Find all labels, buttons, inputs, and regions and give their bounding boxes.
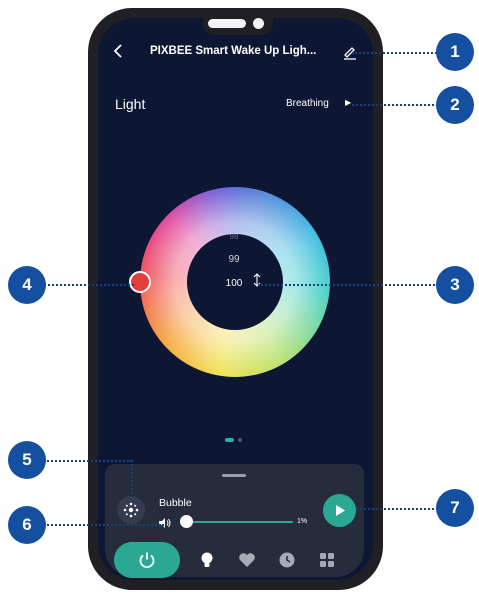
effect-name: Bubble bbox=[159, 497, 192, 509]
callout-badge-2: 2 bbox=[436, 86, 474, 124]
heart-icon[interactable] bbox=[238, 551, 256, 569]
callout-badge-6: 6 bbox=[8, 506, 46, 544]
light-label: Light bbox=[115, 96, 146, 112]
chevron-left-icon[interactable] bbox=[113, 43, 127, 61]
grid-icon[interactable] bbox=[318, 551, 336, 569]
callout-line-2 bbox=[352, 104, 438, 106]
volume-percent: 1% bbox=[297, 518, 308, 525]
scroll-cursor-icon bbox=[253, 273, 261, 290]
panel-grabber[interactable] bbox=[222, 474, 246, 477]
callout-line-7 bbox=[356, 508, 438, 510]
callout-badge-3: 3 bbox=[436, 266, 474, 304]
power-icon bbox=[139, 552, 155, 569]
color-picker-handle[interactable] bbox=[129, 271, 151, 293]
callout-line-3 bbox=[258, 284, 438, 286]
callout-line-4 bbox=[44, 284, 134, 286]
callout-line-6 bbox=[44, 524, 164, 526]
callout-badge-1: 1 bbox=[436, 33, 474, 71]
bulb-icon[interactable] bbox=[198, 551, 216, 569]
phone-camera bbox=[253, 18, 264, 29]
clock-icon[interactable] bbox=[278, 551, 296, 569]
page-title: PIXBEE Smart Wake Up Ligh... bbox=[150, 45, 317, 57]
callout-line-1 bbox=[352, 52, 440, 54]
callout-badge-5: 5 bbox=[8, 441, 46, 479]
volume-slider-track[interactable] bbox=[185, 521, 293, 523]
mode-selector[interactable]: Breathing bbox=[286, 98, 329, 109]
play-button[interactable] bbox=[323, 494, 356, 527]
page-dot-active[interactable] bbox=[225, 438, 234, 442]
callout-badge-7: 7 bbox=[436, 489, 474, 527]
brightness-value-100: 100 bbox=[225, 278, 243, 289]
play-arrow-icon[interactable]: ▶ bbox=[345, 98, 351, 107]
sparkle-icon[interactable] bbox=[117, 496, 145, 524]
callout-badge-4: 4 bbox=[8, 266, 46, 304]
speaker-icon[interactable] bbox=[158, 516, 172, 528]
callout-line-5 bbox=[44, 460, 132, 462]
callout-vline-5 bbox=[131, 460, 133, 494]
volume-slider-thumb[interactable] bbox=[180, 515, 193, 528]
brightness-value-99: 99 bbox=[228, 254, 240, 265]
brightness-value-98: 98 bbox=[229, 232, 239, 241]
phone-speaker bbox=[208, 19, 246, 28]
play-icon bbox=[336, 505, 345, 516]
power-button[interactable] bbox=[114, 542, 180, 578]
page-dot[interactable] bbox=[238, 438, 242, 442]
